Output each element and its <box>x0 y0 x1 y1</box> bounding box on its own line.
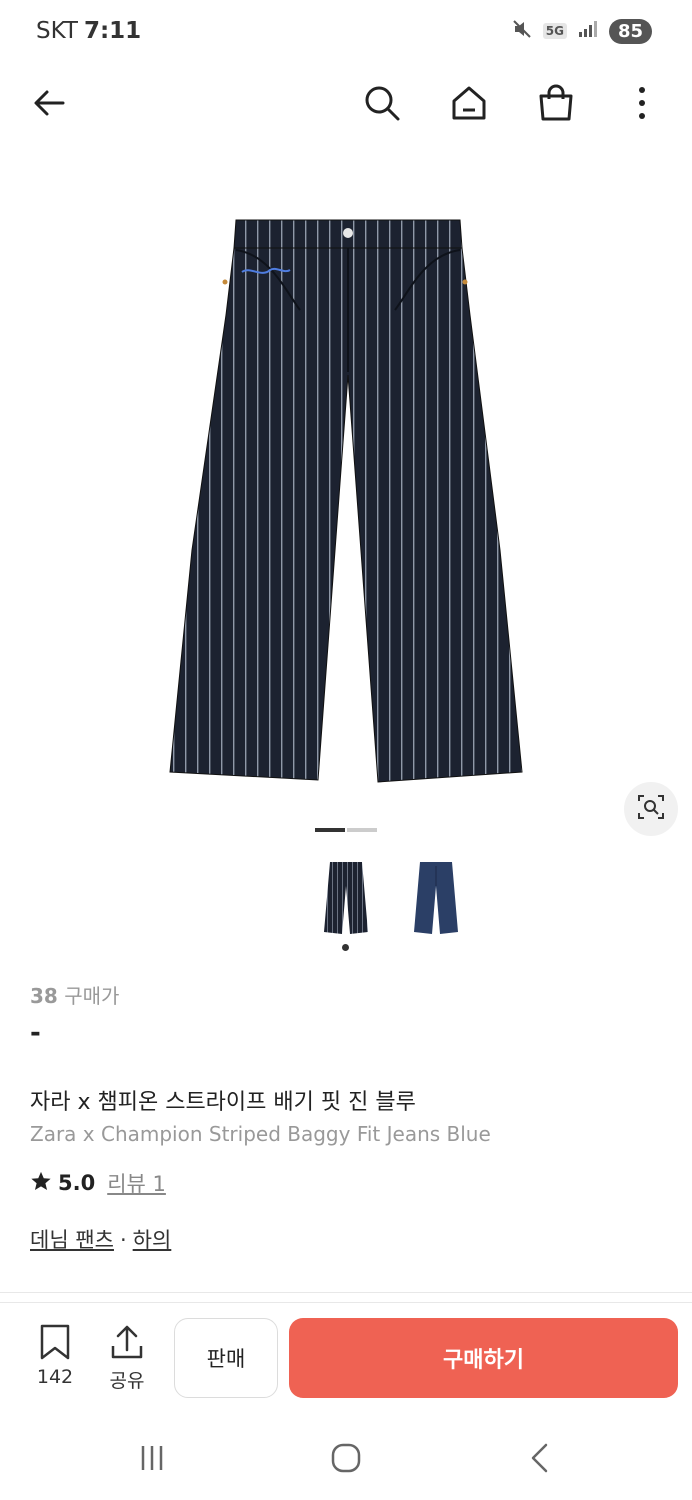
arrow-left-icon <box>29 83 69 127</box>
more-vertical-icon <box>636 85 648 125</box>
bookmark-icon <box>38 1324 72 1364</box>
mute-icon <box>511 18 533 44</box>
share-button[interactable]: 공유 <box>102 1324 152 1393</box>
recent-apps-button[interactable] <box>130 1438 174 1482</box>
share-label: 공유 <box>109 1370 145 1392</box>
section-divider <box>0 1292 692 1293</box>
carrier-time: SKT 7:11 <box>36 18 141 44</box>
image-search-button[interactable] <box>624 782 678 836</box>
share-icon <box>109 1325 145 1364</box>
buy-button[interactable]: 구매하기 <box>289 1318 678 1398</box>
home-icon <box>449 83 489 127</box>
status-bar: SKT 7:11 5G 85 <box>0 0 692 64</box>
home-nav-button[interactable] <box>324 1438 368 1482</box>
carrier-label: SKT <box>36 18 78 44</box>
price-value: - <box>30 1018 41 1048</box>
rating-row: 5.0 리뷰 1 <box>30 1168 166 1198</box>
category-separator: · <box>119 1228 127 1252</box>
clock: 7:11 <box>83 18 142 44</box>
top-app-bar <box>0 72 692 138</box>
bottom-bar-divider <box>0 1302 692 1303</box>
signal-icon <box>577 19 599 43</box>
price-label-text: 구매가 <box>64 984 120 1008</box>
shopping-bag-icon <box>536 83 576 127</box>
back-nav-button[interactable] <box>518 1438 562 1482</box>
more-button[interactable] <box>617 80 667 130</box>
review-link[interactable]: 리뷰 1 <box>107 1168 166 1198</box>
category-link-denim[interactable]: 데님 팬츠 <box>30 1228 114 1252</box>
size-value: 38 <box>30 984 58 1008</box>
recent-apps-icon <box>137 1443 167 1477</box>
star-icon <box>30 1170 52 1197</box>
gallery-indicator-active <box>315 828 345 832</box>
rating-score: 5.0 <box>58 1171 96 1195</box>
home-nav-icon <box>330 1442 362 1478</box>
thumbnail-selected-dot <box>342 944 349 951</box>
back-button[interactable] <box>24 80 74 130</box>
thumbnail-striped[interactable] <box>316 856 376 940</box>
category-link-bottoms[interactable]: 하의 <box>133 1228 172 1252</box>
status-icons: 5G 85 <box>511 18 652 44</box>
gallery-indicator <box>347 828 377 832</box>
battery-badge: 85 <box>608 18 652 44</box>
bottom-action-bar: 142 공유 판매 구매하기 <box>0 1306 692 1410</box>
product-name-ko: 자라 x 챔피온 스트라이프 배기 핏 진 블루 <box>30 1090 416 1115</box>
price-label: 38 구매가 <box>30 980 119 1009</box>
home-button[interactable] <box>444 80 494 130</box>
chevron-left-icon <box>528 1442 552 1478</box>
bookmark-button[interactable]: 142 <box>30 1324 80 1388</box>
product-image[interactable] <box>0 150 692 830</box>
category-breadcrumb: 데님 팬츠 · 하의 <box>30 1224 171 1254</box>
bookmark-count: 142 <box>36 1366 74 1388</box>
network-label: 5G <box>542 23 567 39</box>
thumbnail-blue[interactable] <box>406 856 466 940</box>
search-icon <box>362 83 402 127</box>
product-name-en: Zara x Champion Striped Baggy Fit Jeans … <box>30 1122 491 1146</box>
sell-button[interactable]: 판매 <box>174 1318 278 1398</box>
cart-button[interactable] <box>531 80 581 130</box>
image-search-icon <box>637 793 665 825</box>
search-button[interactable] <box>357 80 407 130</box>
system-nav-bar <box>0 1420 692 1500</box>
